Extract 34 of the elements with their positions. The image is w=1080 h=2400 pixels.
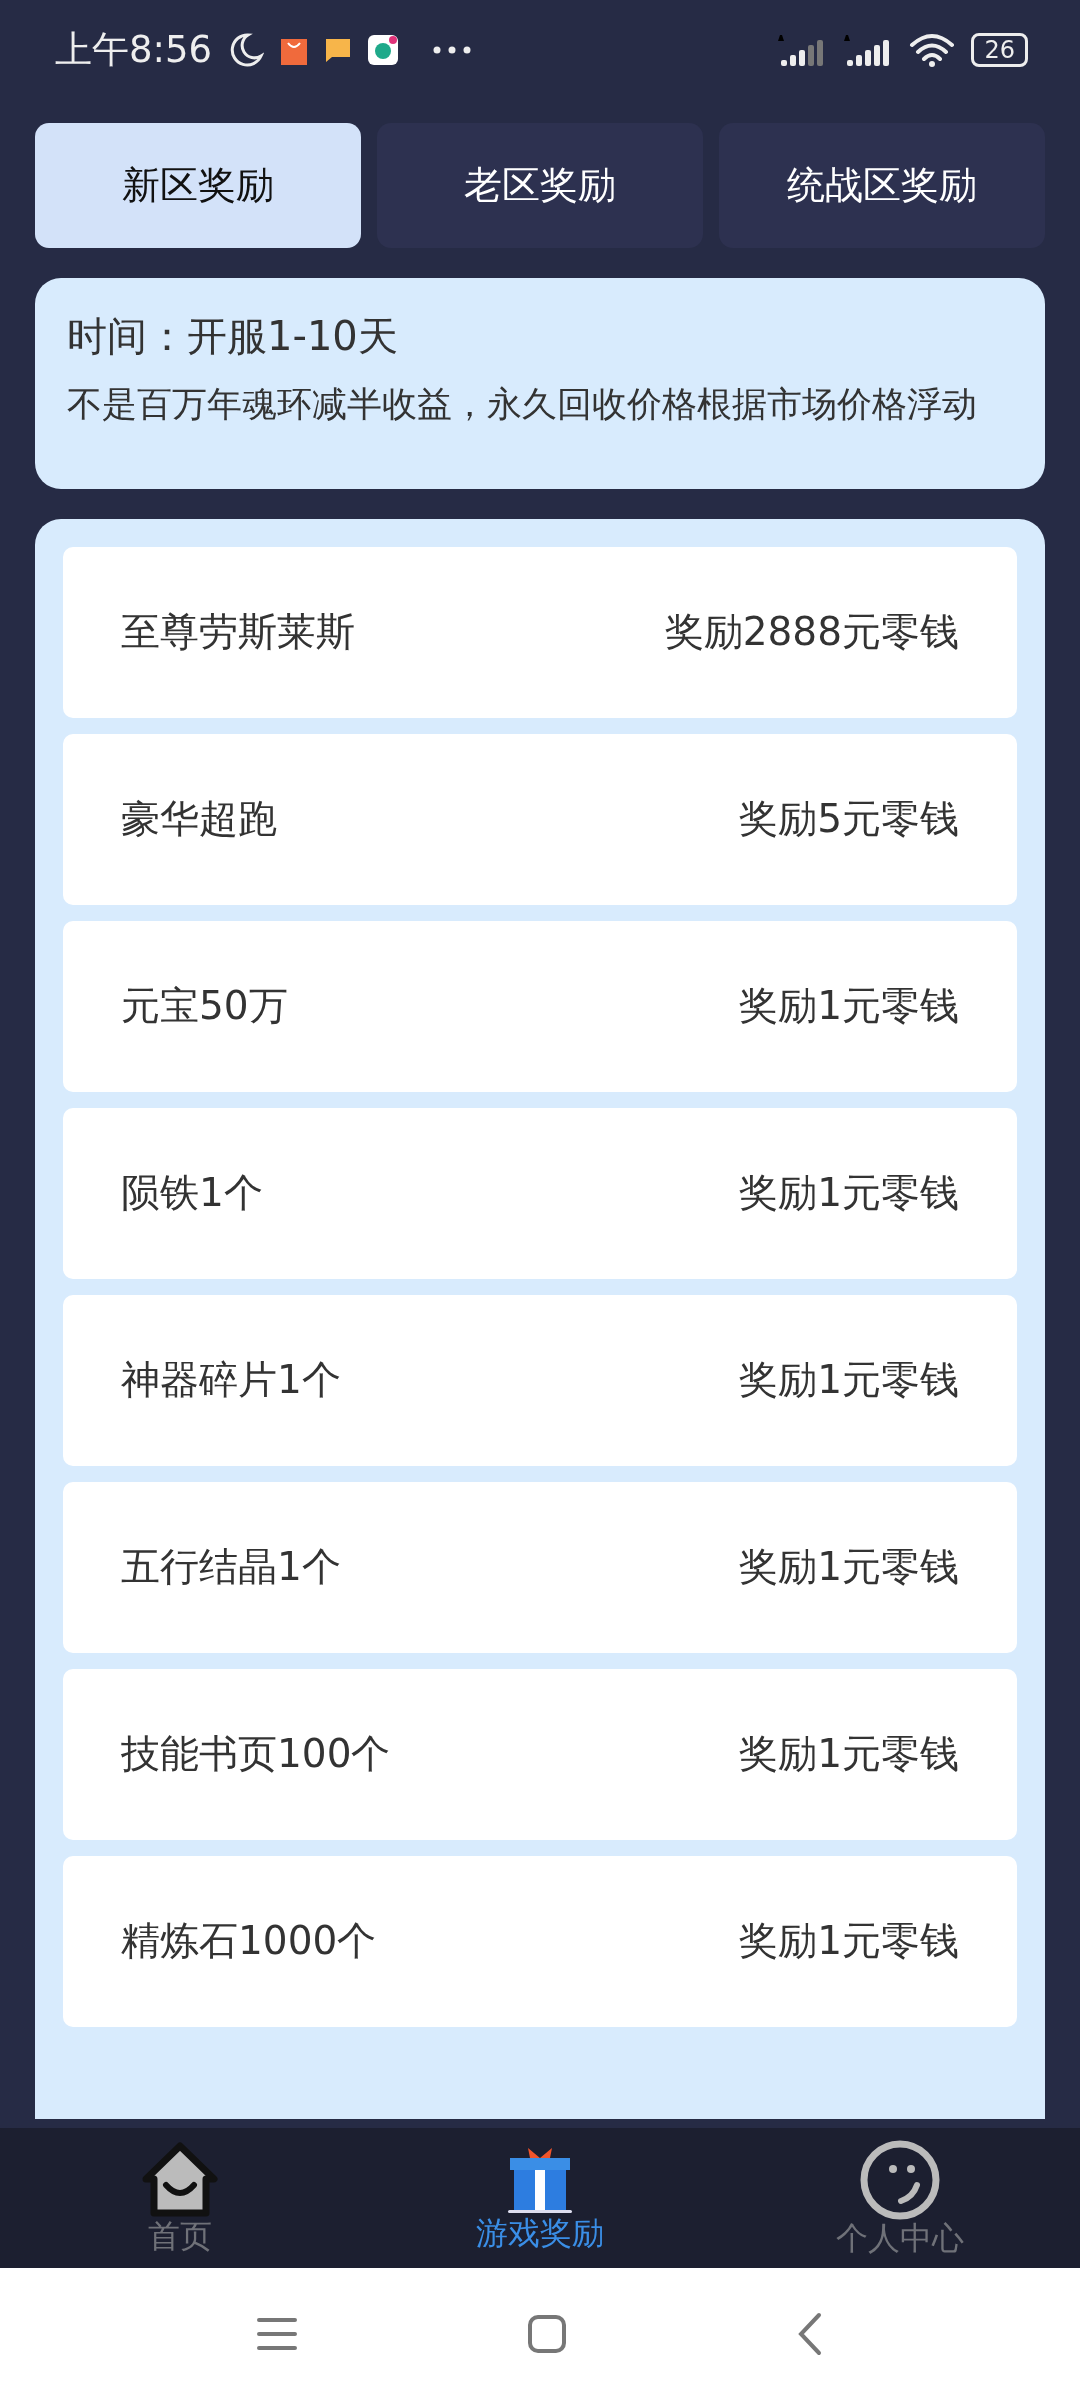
reward-amount: 奖励1元零钱 <box>739 1543 959 1592</box>
reward-amount: 奖励1元零钱 <box>739 1356 959 1405</box>
item-name: 五行结晶1个 <box>121 1543 341 1592</box>
reward-amount: 奖励5元零钱 <box>739 795 959 844</box>
item-name: 元宝50万 <box>121 982 288 1031</box>
item-name: 陨铁1个 <box>121 1169 263 1218</box>
app-icon <box>368 35 399 65</box>
reward-amount: 奖励1元零钱 <box>739 1169 959 1218</box>
back-icon[interactable] <box>797 2312 823 2356</box>
home-icon[interactable] <box>527 2314 567 2354</box>
item-name: 精炼石1000个 <box>121 1917 377 1966</box>
wifi-icon <box>909 33 956 67</box>
status-time: 上午8:56 <box>55 27 213 74</box>
smiley-icon <box>859 2139 941 2222</box>
nav-tab[interactable]: 游戏奖励 <box>360 2143 720 2253</box>
reward-amount: 奖励1元零钱 <box>739 1917 959 1966</box>
more-icon <box>432 45 473 55</box>
item-name: 豪华超跑 <box>121 795 277 844</box>
moon-icon <box>228 32 265 68</box>
tab[interactable]: 老区奖励 <box>377 123 703 248</box>
tab[interactable]: 统战区奖励 <box>719 123 1045 248</box>
item-name: 神器碎片1个 <box>121 1356 341 1405</box>
item-name: 技能书页100个 <box>121 1730 391 1779</box>
tab[interactable]: 新区奖励 <box>35 123 361 248</box>
item-name: 至尊劳斯莱斯 <box>121 608 355 657</box>
message-icon <box>324 37 353 63</box>
info-title: 时间：开服1-10天 <box>67 312 399 361</box>
reward-amount: 奖励1元零钱 <box>739 982 959 1031</box>
house-icon <box>140 2141 220 2220</box>
reward-amount: 奖励2888元零钱 <box>664 608 959 657</box>
reward-amount: 奖励1元零钱 <box>739 1730 959 1779</box>
menu-icon[interactable] <box>257 2316 297 2352</box>
battery-indicator: 26 <box>971 33 1028 67</box>
info-text: 不是百万年魂环减半收益，永久回收价格根据市场价格浮动 <box>67 383 978 426</box>
